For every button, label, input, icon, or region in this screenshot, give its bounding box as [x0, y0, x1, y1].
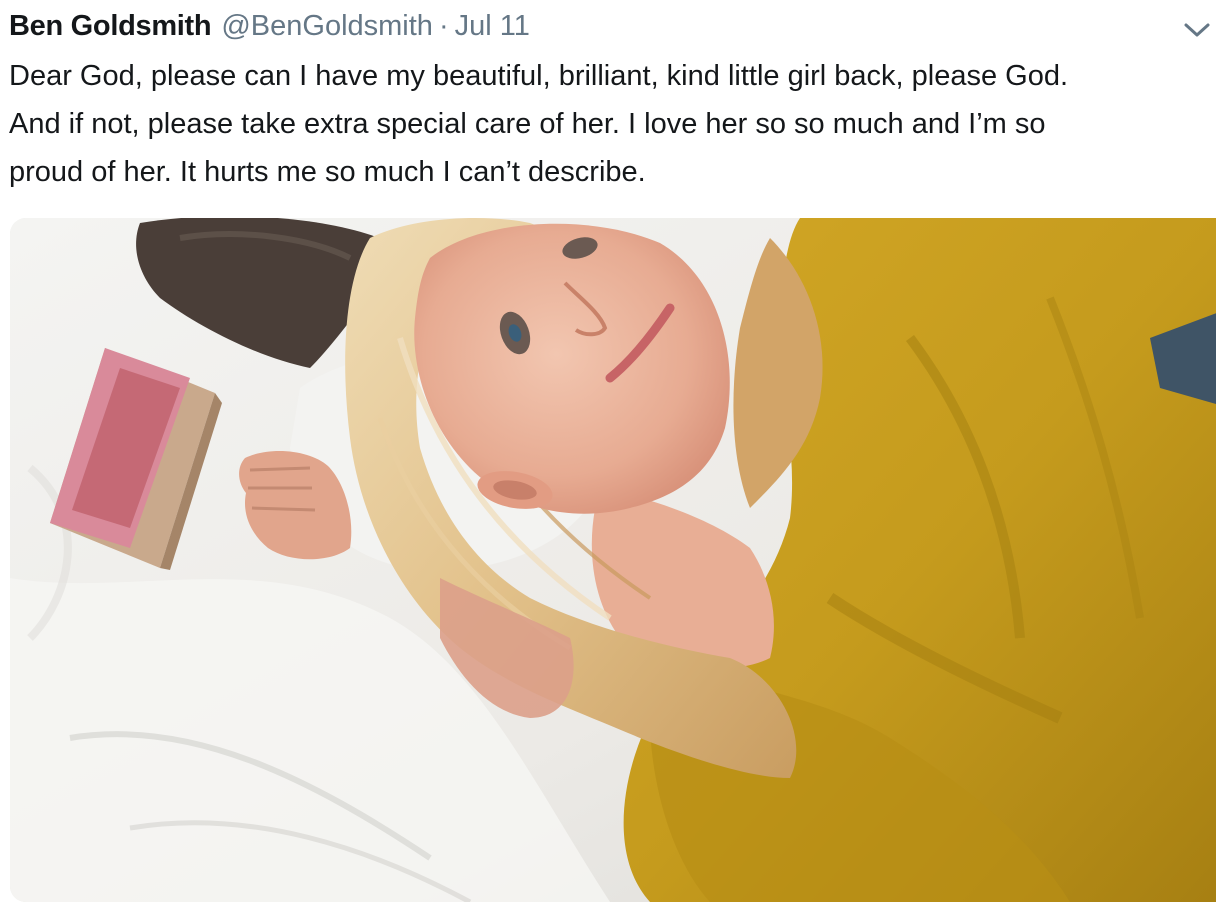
tweet-text-line: proud of her. It hurts me so much I can’… — [9, 156, 646, 188]
header-separator: · — [438, 10, 449, 42]
tweet-text-line: Dear God, please can I have my beautiful… — [9, 60, 1069, 92]
tweet-header: Ben Goldsmith @BenGoldsmith · Jul 11 — [9, 6, 530, 46]
tweet-card: Ben Goldsmith @BenGoldsmith · Jul 11 Dea… — [0, 0, 1216, 918]
tweet-text-line: And if not, please take extra special ca… — [9, 108, 1046, 140]
author-handle[interactable]: @BenGoldsmith — [221, 6, 433, 46]
tweet-photo[interactable] — [10, 218, 1216, 902]
tweet-timestamp[interactable]: Jul 11 — [455, 6, 530, 46]
tweet-text: Dear God, please can I have my beautiful… — [9, 52, 1216, 196]
chevron-down-icon[interactable] — [1182, 20, 1212, 40]
author-name[interactable]: Ben Goldsmith — [9, 6, 212, 46]
photo-illustration — [10, 218, 1216, 902]
